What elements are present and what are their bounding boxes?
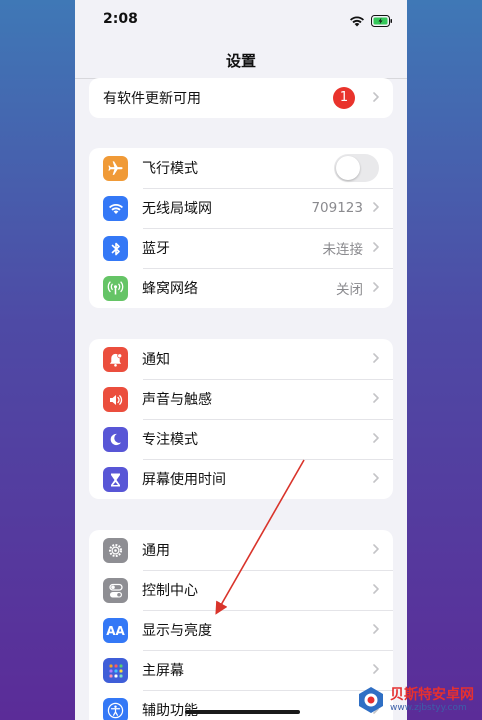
home-screen-label: 主屏幕 [142,663,184,679]
notifications-label: 通知 [142,352,170,368]
home-indicator[interactable] [185,710,300,714]
update-group: 有软件更新可用 1 [89,78,393,118]
speaker-icon [103,387,128,412]
aa-icon: AA [103,618,128,643]
cellular-value: 关闭 [336,282,363,298]
moon-icon [103,427,128,452]
notifications-row[interactable]: 通知 [89,339,393,379]
wifi-icon [103,196,128,221]
control-center-label: 控制中心 [142,583,198,599]
screen-time-row[interactable]: 屏幕使用时间 [89,459,393,499]
grid-icon [103,658,128,683]
watermark-name: 贝斯特安卓网 [390,686,474,703]
airplane-mode-label: 飞行模式 [142,161,198,177]
status-bar: 2:08 [75,0,407,40]
chevron-right-icon [373,624,379,634]
bell-icon [103,347,128,372]
watermark-url: www.zjbstyy.com [390,702,467,713]
watermark-logo-icon [359,687,383,713]
status-icons [349,12,393,31]
hourglass-icon [103,467,128,492]
airplane-icon [103,156,128,181]
software-update-row[interactable]: 有软件更新可用 1 [89,78,393,118]
wifi-signal-icon [349,12,365,31]
bluetooth-row[interactable]: 蓝牙 未连接 [89,228,393,268]
page-title: 设置 [225,52,256,70]
toggle-knob [336,156,360,180]
wifi-row[interactable]: 无线局域网 709123 [89,188,393,228]
sounds-haptics-row[interactable]: 声音与触感 [89,379,393,419]
bluetooth-icon [103,236,128,261]
settings-screen: 2:08 设置 有软件更新可用 1 飞行模式 无线局域网 709123 蓝牙 未… [75,0,407,720]
wifi-label: 无线局域网 [142,201,212,217]
chevron-right-icon [373,242,379,252]
display-brightness-label: 显示与亮度 [142,623,212,639]
chevron-right-icon [373,544,379,554]
cellular-icon [103,276,128,301]
control-center-row[interactable]: 控制中心 [89,570,393,610]
chevron-right-icon [373,92,379,102]
chevron-right-icon [373,664,379,674]
sounds-haptics-label: 声音与触感 [142,392,212,408]
general-row[interactable]: 通用 [89,530,393,570]
chevron-right-icon [373,353,379,363]
focus-row[interactable]: 专注模式 [89,419,393,459]
update-badge: 1 [333,87,355,109]
chevron-right-icon [373,393,379,403]
focus-label: 专注模式 [142,432,198,448]
wifi-value: 709123 [311,200,363,216]
watermark: 贝斯特安卓网 www.zjbstyy.com [356,680,482,720]
screen-time-label: 屏幕使用时间 [142,472,226,488]
accessibility-icon [103,698,128,720]
navigation-bar: 设置 [75,40,407,79]
home-screen-row[interactable]: 主屏幕 [89,650,393,690]
chevron-right-icon [373,584,379,594]
bluetooth-label: 蓝牙 [142,241,170,257]
accessibility-row[interactable]: 辅助功能 [89,690,393,720]
battery-icon [371,12,393,31]
connectivity-group: 飞行模式 无线局域网 709123 蓝牙 未连接 蜂窝网络 关闭 [89,148,393,308]
software-update-label: 有软件更新可用 [103,91,201,107]
chevron-right-icon [373,202,379,212]
bluetooth-value: 未连接 [322,242,364,258]
general-group: 通用 控制中心 AA 显示与亮度 主屏幕 辅助功能 [89,530,393,720]
display-brightness-row[interactable]: AA 显示与亮度 [89,610,393,650]
chevron-right-icon [373,282,379,292]
chevron-right-icon [373,473,379,483]
notifications-group: 通知 声音与触感 专注模式 屏幕使用时间 [89,339,393,499]
cellular-label: 蜂窝网络 [142,281,198,297]
gear-icon [103,538,128,563]
airplane-mode-row: 飞行模式 [89,148,393,188]
cellular-row[interactable]: 蜂窝网络 关闭 [89,268,393,308]
airplane-mode-toggle[interactable] [334,154,379,182]
general-label: 通用 [142,543,170,559]
toggles-icon [103,578,128,603]
chevron-right-icon [373,433,379,443]
status-time: 2:08 [103,11,138,27]
